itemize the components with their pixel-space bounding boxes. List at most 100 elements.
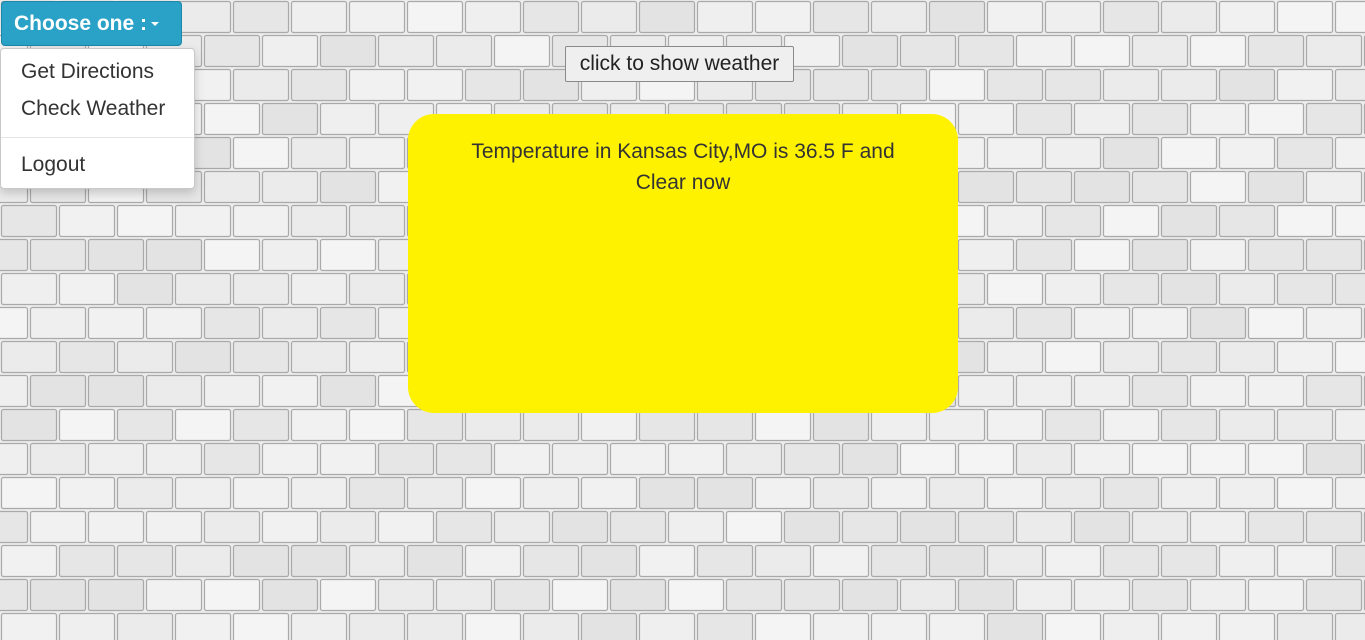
brick: [957, 510, 1015, 544]
brick: [1015, 374, 1073, 408]
brick: [406, 476, 464, 510]
brick: [261, 238, 319, 272]
brick: [696, 408, 754, 442]
brick: [1218, 272, 1276, 306]
brick: [1160, 408, 1218, 442]
dropdown-menu: Get Directions Check Weather Logout: [0, 48, 195, 189]
weather-result-card: Temperature in Kansas City,MO is 36.5 F …: [408, 114, 958, 413]
brick: [1276, 612, 1334, 640]
brick: [928, 0, 986, 34]
brick: [348, 68, 406, 102]
brick: [1131, 510, 1189, 544]
brick: [1305, 170, 1363, 204]
brick: [1218, 136, 1276, 170]
brick: [87, 306, 145, 340]
brick: [812, 476, 870, 510]
brick: [1015, 102, 1073, 136]
brick: [1247, 34, 1305, 68]
brick: [1247, 238, 1305, 272]
brick: [348, 544, 406, 578]
brick: [1334, 204, 1365, 238]
brick: [1015, 510, 1073, 544]
brick: [1044, 544, 1102, 578]
brick: [493, 578, 551, 612]
brick: [0, 306, 29, 340]
brick: [986, 136, 1044, 170]
brick: [1218, 0, 1276, 34]
brick: [174, 0, 232, 34]
brick: [1044, 340, 1102, 374]
brick: [1102, 544, 1160, 578]
brick: [812, 408, 870, 442]
brick: [580, 612, 638, 640]
brick: [1102, 136, 1160, 170]
brick: [522, 476, 580, 510]
brick: [29, 578, 87, 612]
brick: [986, 272, 1044, 306]
brick: [1044, 68, 1102, 102]
brick: [348, 0, 406, 34]
brick: [1131, 442, 1189, 476]
brick: [928, 408, 986, 442]
brick: [1073, 102, 1131, 136]
brick: [1247, 170, 1305, 204]
brick: [1218, 340, 1276, 374]
brick: [1044, 0, 1102, 34]
brick: [1044, 272, 1102, 306]
brick: [783, 442, 841, 476]
choose-one-dropdown-button[interactable]: Choose one :: [1, 1, 182, 46]
brick: [928, 612, 986, 640]
brick: [1044, 476, 1102, 510]
brick: [1189, 578, 1247, 612]
brick: [1160, 136, 1218, 170]
brick: [1102, 68, 1160, 102]
brick: [986, 340, 1044, 374]
brick: [1305, 306, 1363, 340]
brick: [696, 544, 754, 578]
brick: [1218, 408, 1276, 442]
brick: [203, 442, 261, 476]
dropdown-label: Choose one :: [14, 12, 148, 35]
brick: [290, 612, 348, 640]
brick: [29, 442, 87, 476]
brick: [174, 408, 232, 442]
brick: [0, 272, 58, 306]
brick: [1305, 34, 1363, 68]
brick: [58, 340, 116, 374]
brick: [1015, 238, 1073, 272]
brick: [783, 578, 841, 612]
brick: [1189, 510, 1247, 544]
menu-item-check-weather[interactable]: Check Weather: [21, 97, 165, 121]
brick: [696, 612, 754, 640]
brick: [348, 340, 406, 374]
brick: [29, 306, 87, 340]
brick: [986, 612, 1044, 640]
brick: [1015, 34, 1073, 68]
brick: [1334, 0, 1365, 34]
brick: [1305, 442, 1363, 476]
show-weather-button[interactable]: click to show weather: [565, 46, 794, 82]
brick: [609, 578, 667, 612]
brick: [899, 510, 957, 544]
brick: [1073, 238, 1131, 272]
brick: [1073, 510, 1131, 544]
brick: [87, 510, 145, 544]
brick: [174, 544, 232, 578]
brick: [435, 510, 493, 544]
brick: [145, 578, 203, 612]
brick: [1189, 306, 1247, 340]
brick: [957, 238, 1015, 272]
brick: [116, 476, 174, 510]
menu-item-get-directions[interactable]: Get Directions: [21, 60, 154, 84]
brick: [1334, 612, 1365, 640]
brick: [406, 408, 464, 442]
brick: [1334, 340, 1365, 374]
brick: [870, 0, 928, 34]
brick: [696, 0, 754, 34]
weather-result-line-2: Clear now: [635, 171, 731, 194]
brick: [232, 544, 290, 578]
menu-item-logout[interactable]: Logout: [21, 153, 85, 177]
brick: [0, 578, 29, 612]
brick: [58, 544, 116, 578]
brick: [377, 578, 435, 612]
